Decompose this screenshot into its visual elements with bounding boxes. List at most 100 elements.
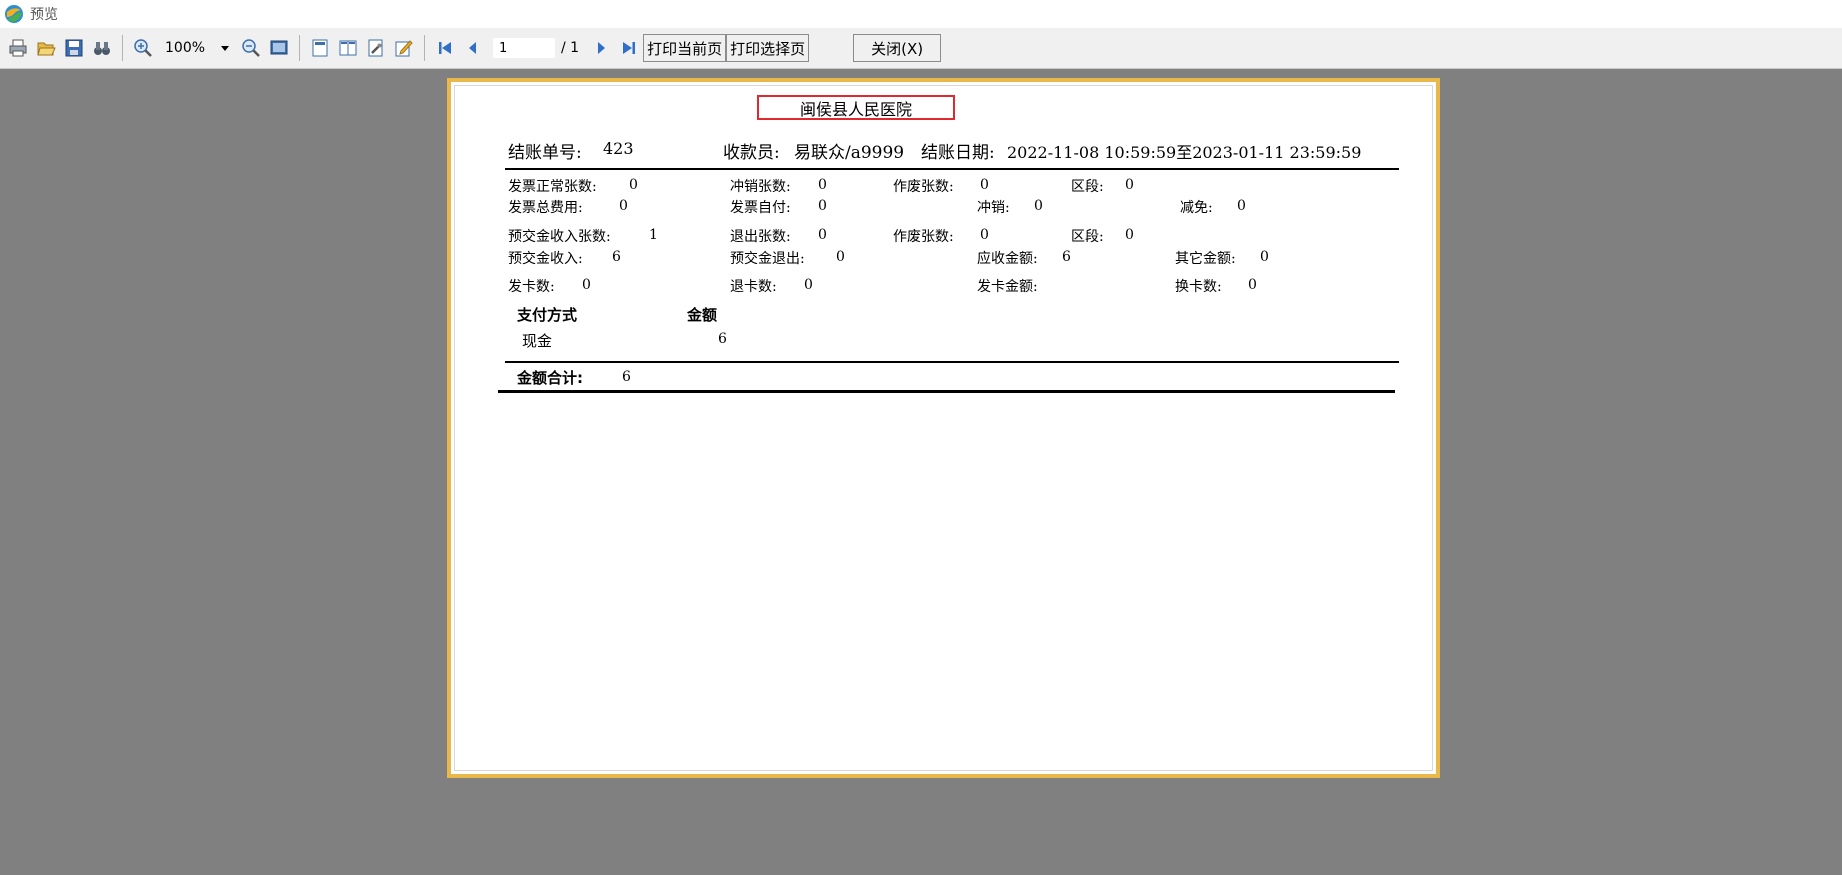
reduce-value: 0 [1237,198,1246,214]
offset-count-label: 冲销张数: [730,179,791,195]
title-bar: 预览 [0,0,1842,28]
card-change-label: 换卡数: [1175,279,1222,295]
zoom-out-icon [242,39,260,57]
card-return-label: 退卡数: [730,279,777,295]
last-page-icon [623,42,636,54]
offset-count-value: 0 [818,177,827,193]
invoice-self-pay-value: 0 [818,198,827,214]
wrench-page-icon [368,39,383,57]
report-page-inner: 闽侯县人民医院 结账单号: 423 收款员: 易联众/a9999 结账日期: 2… [454,85,1433,771]
bill-no-label: 结账单号: [508,143,582,163]
card-amount-label: 发卡金额: [977,279,1038,295]
invoice-self-pay-label: 发票自付: [730,200,791,216]
offset-label: 冲销: [977,200,1010,216]
segment-2-label: 区段: [1071,229,1104,245]
zoom-in-icon [134,39,152,57]
close-button[interactable]: 关闭(X) [853,34,942,62]
invoice-total-value: 0 [619,198,628,214]
zoom-value: 100% [165,40,206,56]
first-page-button[interactable] [432,35,458,61]
prepay-count-label: 预交金收入张数: [508,229,611,245]
fit-page-button[interactable] [266,35,292,61]
report-page: 闽侯县人民医院 结账单号: 423 收款员: 易联众/a9999 结账日期: 2… [447,78,1440,778]
total-label: 金额合计: [517,369,583,387]
page-number-input[interactable] [493,38,555,58]
total-value: 6 [622,369,631,385]
card-change-value: 0 [1248,277,1257,293]
cashier-label: 收款员: [723,143,780,163]
chevron-down-icon[interactable] [217,37,233,59]
prepay-refund-label: 预交金退出: [730,251,805,267]
prepay-income-value: 6 [612,249,621,265]
receivable-label: 应收金额: [977,251,1038,267]
prepay-refund-value: 0 [836,249,845,265]
toolbar-separator [424,35,425,61]
footer-divider [498,390,1395,393]
other-amount-label: 其它金额: [1175,251,1236,267]
next-arrow-icon [598,42,606,54]
monitor-icon [270,40,288,55]
single-page-button[interactable] [307,35,333,61]
window-title: 预览 [30,7,58,23]
binoculars-icon [94,42,110,55]
edit-button[interactable] [391,35,417,61]
card-issue-value: 0 [582,277,591,293]
header-divider [505,168,1399,170]
prev-arrow-icon [469,42,476,54]
save-button[interactable] [61,35,87,61]
prepay-income-label: 预交金收入: [508,251,583,267]
receivable-value: 6 [1062,249,1071,265]
invoice-total-label: 发票总费用: [508,200,583,216]
print-selected-pages-button[interactable]: 打印选择页 [726,34,810,62]
refund-count-label: 退出张数: [730,229,791,245]
other-amount-value: 0 [1260,249,1269,265]
zoom-select[interactable]: 100% [161,37,233,59]
void-count-label: 作废张数: [893,179,954,195]
two-page-button[interactable] [335,35,361,61]
toolbar-separator [122,35,123,61]
segment-2-value: 0 [1125,227,1134,243]
refund-count-value: 0 [818,227,827,243]
edit-page-icon [395,40,413,57]
first-page-icon [439,42,451,54]
invoice-normal-label: 发票正常张数: [508,179,597,195]
print-button[interactable] [5,35,31,61]
prev-page-button[interactable] [460,35,486,61]
folder-open-icon [37,42,56,56]
offset-value: 0 [1034,198,1043,214]
toolbar: 100% 1 / 1 打印当前页 打印选择页 关闭(X) [0,28,1842,69]
page-setup-button[interactable] [363,35,389,61]
find-button[interactable] [89,35,115,61]
void-count-value: 0 [980,177,989,193]
two-page-icon [339,40,357,56]
print-current-page-button[interactable]: 打印当前页 [643,34,727,62]
next-page-button[interactable] [588,35,614,61]
page-total: / 1 [561,40,580,56]
payment-method-header: 支付方式 [517,306,578,324]
zoom-in-button[interactable] [130,35,156,61]
segment-label: 区段: [1071,179,1104,195]
void-count-2-label: 作废张数: [893,229,954,245]
zoom-out-button[interactable] [238,35,264,61]
card-return-value: 0 [804,277,813,293]
reduce-label: 减免: [1180,200,1213,216]
date-label: 结账日期: [921,143,995,163]
open-button[interactable] [33,35,59,61]
payment-amount-header: 金额 [687,306,718,324]
save-icon [65,39,83,57]
printer-icon [9,39,27,57]
invoice-normal-value: 0 [629,177,638,193]
void-count-2-value: 0 [980,227,989,243]
single-page-icon [312,39,328,57]
last-page-button[interactable] [616,35,642,61]
date-range-value: 2022-11-08 10:59:59至2023-01-11 23:59:59 [1007,143,1362,162]
payment-method-cell: 现金 [522,332,553,350]
segment-value: 0 [1125,177,1134,193]
payment-amount-cell: 6 [718,331,727,347]
app-logo-icon [5,5,23,23]
bill-no-value: 423 [603,139,634,158]
toolbar-separator [299,35,300,61]
card-issue-label: 发卡数: [508,279,555,295]
cashier-value: 易联众/a9999 [794,143,905,163]
hospital-name: 闽侯县人民医院 [757,95,955,120]
